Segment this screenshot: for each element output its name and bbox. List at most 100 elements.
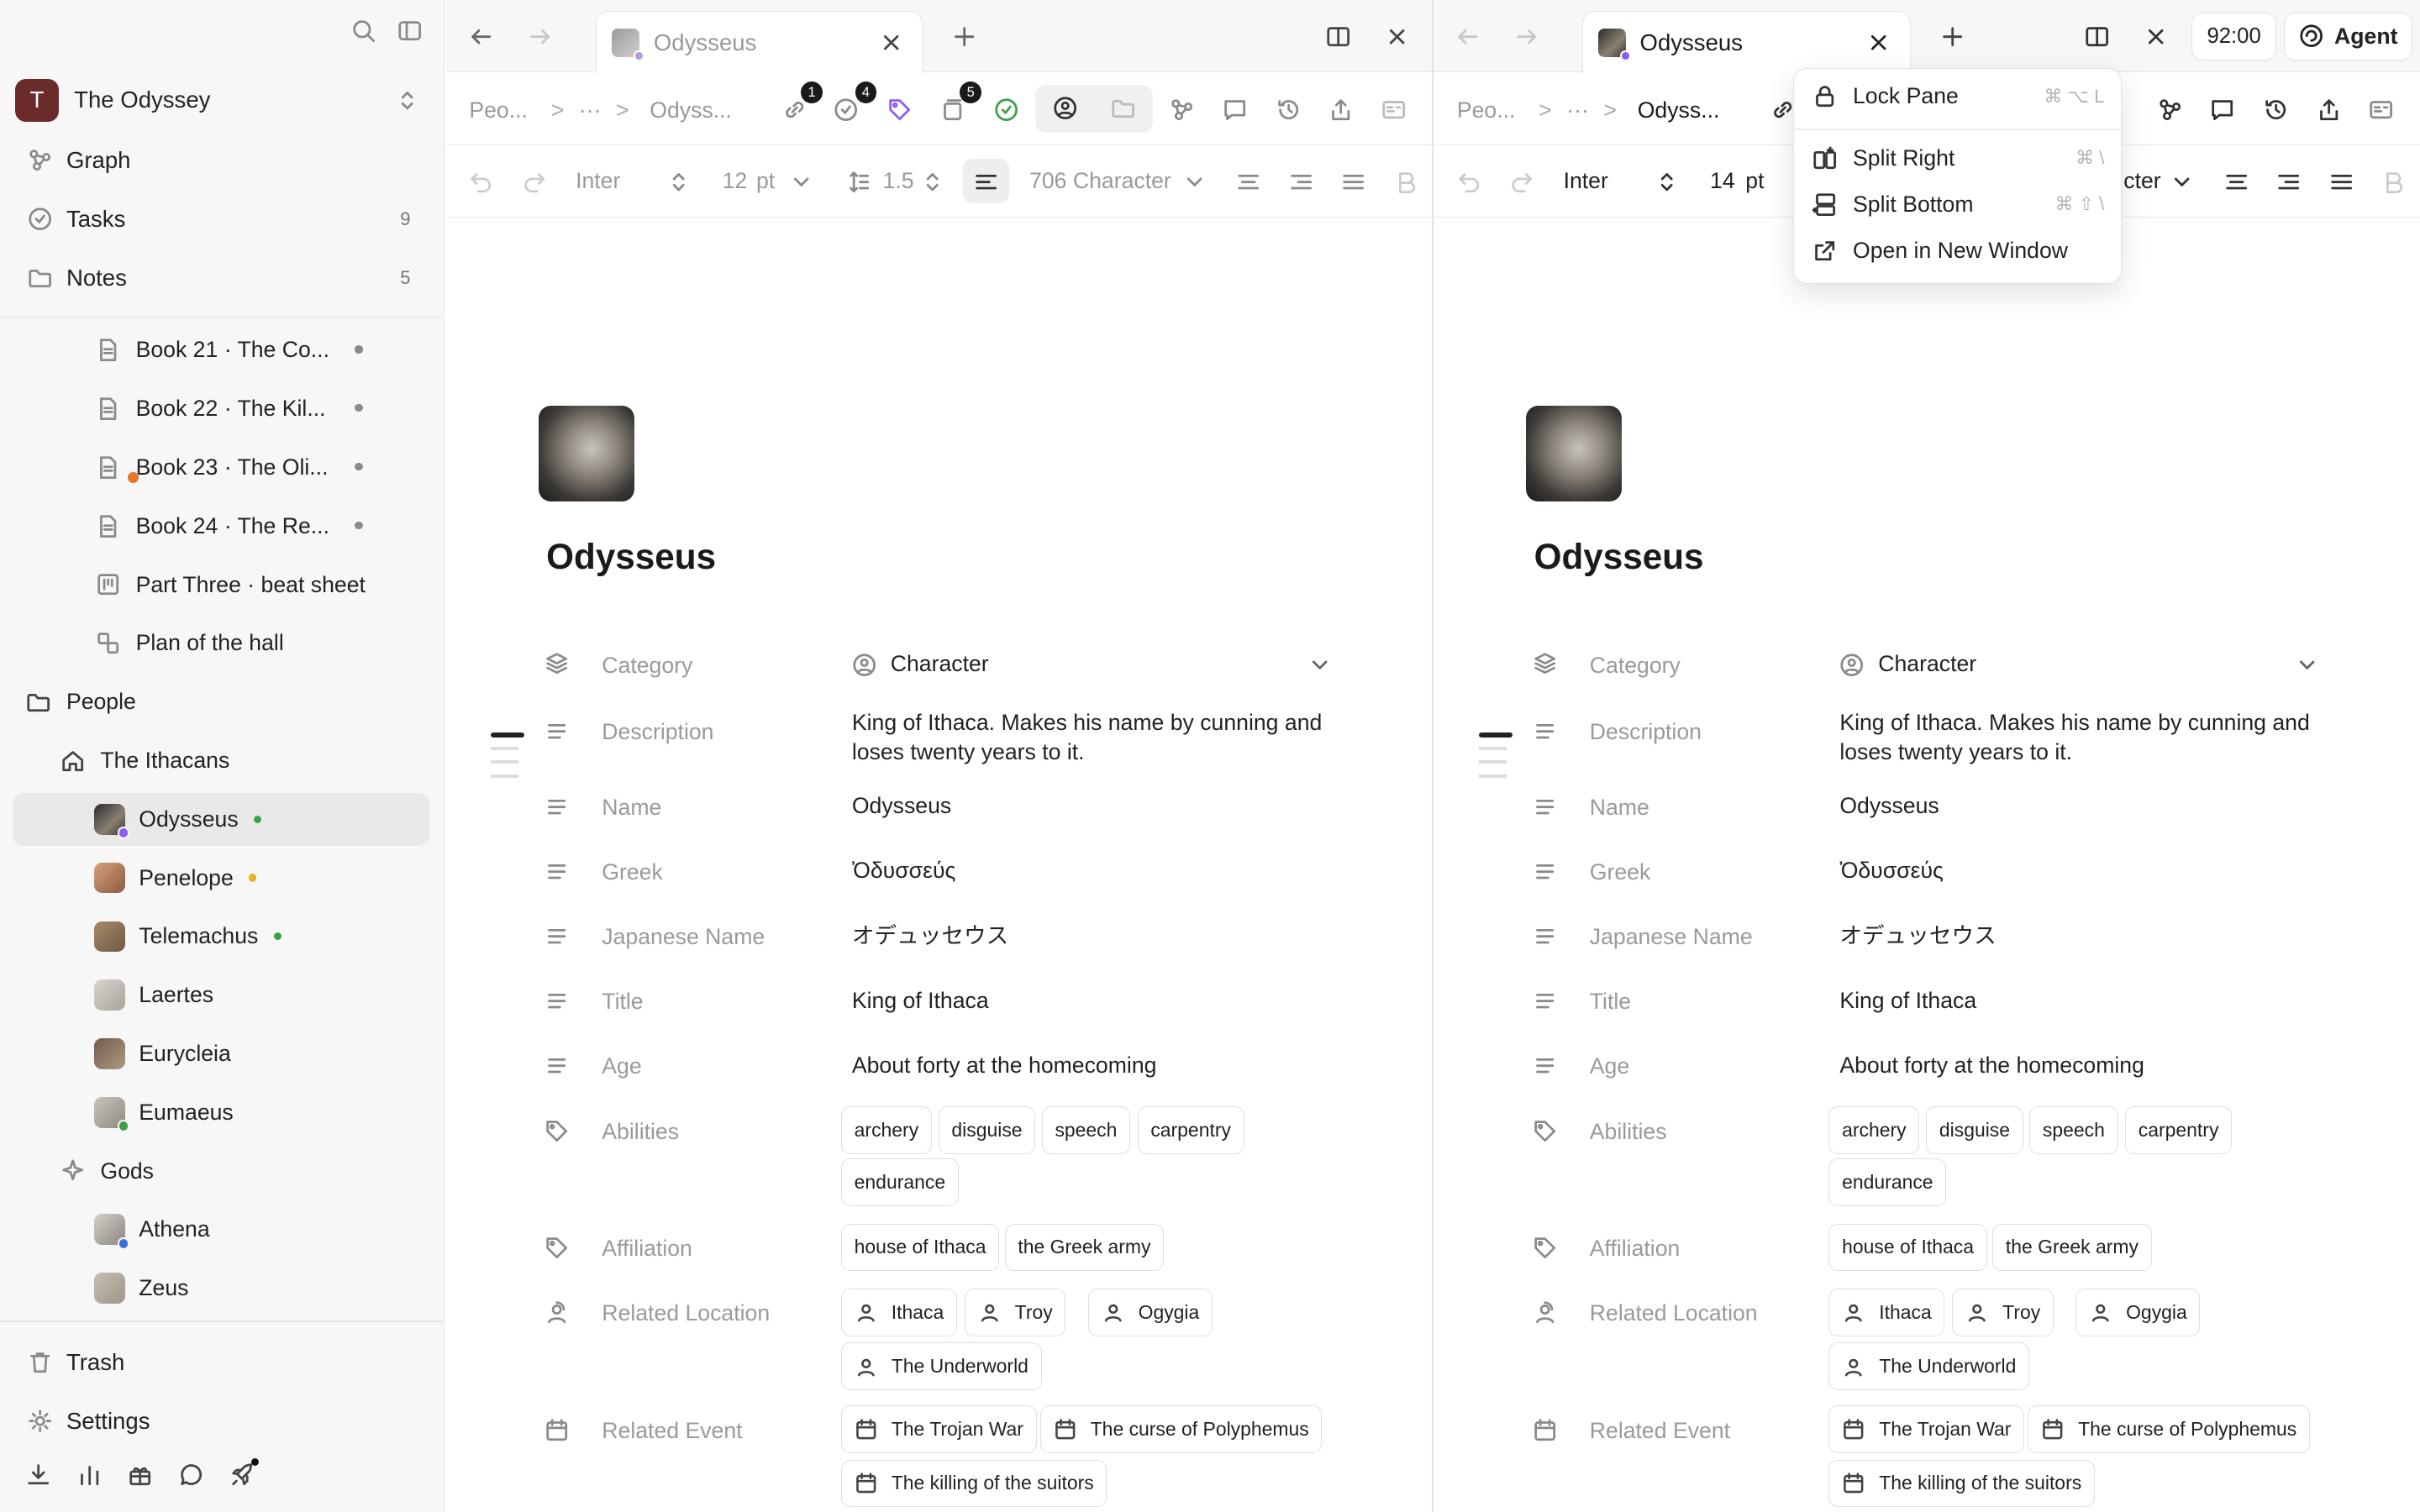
split-view-icon[interactable] — [1326, 24, 1350, 49]
location-chip[interactable]: Ogygia — [1087, 1288, 1213, 1336]
align-center-icon[interactable] — [2224, 170, 2249, 194]
back-arrow-icon[interactable] — [469, 24, 493, 49]
tree-item-eurycleia[interactable]: Eurycleia — [13, 1027, 429, 1079]
ability-tag[interactable]: archery — [840, 1105, 932, 1154]
forward-arrow-icon[interactable] — [1514, 24, 1539, 49]
pages-icon[interactable] — [940, 97, 965, 122]
line-height-icon[interactable] — [846, 170, 871, 194]
timer-display[interactable]: 92:00 — [2191, 12, 2277, 60]
affiliation-tag[interactable]: the Greek army — [1004, 1223, 1165, 1272]
ability-tag[interactable]: endurance — [840, 1158, 959, 1207]
location-chip[interactable]: Troy — [964, 1288, 1066, 1336]
name-value[interactable]: Odysseus — [852, 791, 951, 821]
ability-tag[interactable]: endurance — [1828, 1158, 1947, 1207]
link-icon[interactable] — [782, 97, 807, 122]
sidebar-toggle-icon[interactable] — [397, 18, 422, 43]
breadcrumb-current[interactable]: Odyss... — [1638, 97, 1720, 123]
menu-item-split-bottom[interactable]: Split Bottom ⌘ ⇧ \ — [1794, 183, 2123, 226]
tree-item-athena[interactable]: Athena — [13, 1204, 429, 1256]
breadcrumb-item[interactable]: Peo... — [469, 97, 528, 123]
gift-icon[interactable] — [128, 1462, 152, 1487]
chevron-down-icon[interactable] — [1307, 653, 1332, 677]
breadcrumb-ellipsis[interactable]: ··· — [1566, 97, 1589, 123]
template-select[interactable]: 706 Character — [1029, 168, 1171, 194]
cover-image[interactable] — [1526, 406, 1623, 501]
redo-icon[interactable] — [522, 170, 546, 194]
ability-tag[interactable]: archery — [1828, 1105, 1920, 1154]
event-chip[interactable]: The Trojan War — [1828, 1405, 2025, 1454]
tree-item-book-22[interactable]: Book 22 · The Kil... — [13, 383, 429, 435]
chevron-down-icon[interactable] — [2170, 170, 2194, 194]
tree-item-odysseus[interactable]: Odysseus — [12, 793, 429, 846]
justify-icon[interactable] — [1341, 170, 1365, 194]
category-value[interactable]: Character — [891, 649, 989, 679]
align-left-button[interactable] — [963, 159, 1010, 204]
chevron-down-icon[interactable] — [789, 170, 813, 194]
tab-odysseus[interactable]: Odysseus — [1581, 10, 1911, 75]
bold-icon[interactable] — [2381, 170, 2406, 194]
tag-icon[interactable] — [887, 97, 912, 122]
japanese-name-value[interactable]: オデュッセウス — [1839, 921, 1996, 951]
age-value[interactable]: About forty at the homecoming — [1839, 1051, 2144, 1080]
name-value[interactable]: Odysseus — [1839, 791, 1939, 821]
menu-item-split-right[interactable]: Split Right ⌘ \ — [1794, 137, 2123, 180]
type-toggle[interactable] — [1035, 85, 1153, 133]
ability-tag[interactable]: disguise — [938, 1105, 1036, 1154]
agent-button[interactable]: Agent — [2284, 12, 2412, 60]
forward-arrow-icon[interactable] — [528, 24, 552, 49]
chevron-updown-icon[interactable] — [666, 170, 691, 194]
tree-item-zeus[interactable]: Zeus — [13, 1262, 429, 1314]
align-center-icon[interactable] — [1236, 170, 1260, 194]
event-chip[interactable]: The killing of the suitors — [1828, 1459, 2095, 1508]
stats-icon[interactable] — [77, 1462, 102, 1487]
location-chip[interactable]: Ithaca — [1828, 1288, 1945, 1336]
history-icon[interactable] — [2264, 97, 2288, 122]
affiliation-tag[interactable]: house of Ithaca — [1828, 1223, 1987, 1272]
affiliation-tag[interactable]: the Greek army — [1992, 1223, 2152, 1272]
font-size[interactable]: 12 — [723, 168, 748, 194]
rocket-icon[interactable] — [230, 1457, 260, 1487]
tree-item-plan[interactable]: Plan of the hall — [13, 617, 429, 669]
outline-indicator[interactable] — [491, 732, 525, 778]
workspace-switcher[interactable]: T The Odyssey — [15, 77, 429, 123]
tree-item-penelope[interactable]: Penelope — [13, 852, 429, 904]
card-icon[interactable] — [1381, 97, 1406, 122]
cover-image[interactable] — [538, 406, 634, 501]
done-check-icon[interactable] — [994, 97, 1018, 122]
breadcrumb-item[interactable]: Peo... — [1457, 97, 1516, 123]
affiliation-tag[interactable]: house of Ithaca — [840, 1223, 1000, 1272]
undo-icon[interactable] — [469, 170, 493, 194]
card-icon[interactable] — [2369, 97, 2393, 122]
new-tab-icon[interactable] — [952, 24, 976, 49]
location-chip[interactable]: Ogygia — [2075, 1288, 2201, 1336]
nav-trash[interactable]: Trash — [13, 1339, 429, 1385]
graph-icon[interactable] — [1170, 97, 1194, 122]
chat-icon[interactable] — [179, 1462, 203, 1487]
search-icon[interactable] — [351, 18, 376, 43]
nav-graph[interactable]: Graph — [13, 137, 429, 183]
tree-item-gods[interactable]: Gods — [13, 1145, 429, 1197]
history-icon[interactable] — [1276, 97, 1301, 122]
close-icon[interactable] — [1866, 30, 1891, 55]
category-value[interactable]: Character — [1878, 649, 1976, 679]
graph-icon[interactable] — [2158, 97, 2182, 122]
chevron-updown-icon[interactable] — [1655, 170, 1679, 194]
share-icon[interactable] — [1328, 97, 1353, 122]
chevron-updown-icon[interactable] — [920, 170, 944, 194]
justify-icon[interactable] — [2329, 170, 2354, 194]
description-value[interactable]: King of Ithaca. Makes his name by cunnin… — [852, 708, 1346, 767]
location-chip[interactable]: The Underworld — [840, 1341, 1042, 1390]
font-select[interactable]: Inter — [576, 168, 620, 194]
tree-item-ithacans[interactable]: The Ithacans — [13, 734, 429, 786]
ability-tag[interactable]: speech — [2029, 1105, 2118, 1154]
ability-tag[interactable]: carpentry — [2125, 1105, 2233, 1154]
page-title[interactable]: Odysseus — [1534, 537, 1704, 577]
breadcrumb-current[interactable]: Odyss... — [650, 97, 732, 123]
event-chip[interactable]: The killing of the suitors — [840, 1459, 1107, 1508]
nav-tasks[interactable]: Tasks 9 — [13, 196, 429, 242]
new-tab-icon[interactable] — [1940, 24, 1965, 49]
back-arrow-icon[interactable] — [1455, 24, 1480, 49]
redo-icon[interactable] — [1509, 170, 1534, 194]
close-icon[interactable] — [879, 30, 903, 55]
font-select[interactable]: Inter — [1564, 168, 1608, 194]
